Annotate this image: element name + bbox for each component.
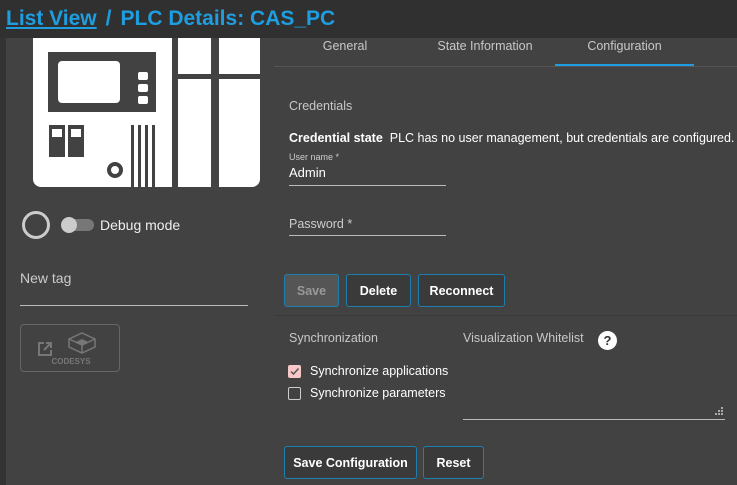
active-tab-indicator bbox=[555, 64, 694, 66]
resize-handle-icon[interactable] bbox=[715, 407, 723, 415]
save-button[interactable]: Save bbox=[284, 274, 339, 307]
sync-parameters-checkbox[interactable] bbox=[288, 387, 301, 400]
debug-mode-label: Debug mode bbox=[100, 217, 181, 233]
question-circle-icon[interactable]: ? bbox=[598, 331, 617, 350]
codesys-open-button[interactable]: CODESYS bbox=[20, 324, 120, 372]
delete-button[interactable]: Delete bbox=[346, 274, 411, 307]
credential-state: Credential state PLC has no user managem… bbox=[289, 131, 734, 145]
save-configuration-button[interactable]: Save Configuration bbox=[284, 446, 417, 479]
debug-mode-toggle[interactable] bbox=[61, 217, 94, 233]
codesys-label: CODESYS bbox=[51, 357, 91, 366]
tab-configuration[interactable]: Configuration bbox=[555, 39, 694, 53]
tab-general[interactable]: General bbox=[300, 39, 390, 53]
checkmark-icon bbox=[290, 367, 300, 376]
credentials-heading: Credentials bbox=[289, 99, 353, 113]
sync-applications-label: Synchronize applications bbox=[310, 364, 449, 378]
new-tag-input[interactable]: New tag bbox=[20, 270, 248, 306]
sync-applications-checkbox[interactable] bbox=[288, 365, 301, 378]
breadcrumb-list-view-link[interactable]: List View bbox=[6, 7, 97, 30]
username-value: Admin bbox=[289, 165, 326, 180]
new-tag-placeholder: New tag bbox=[20, 270, 72, 286]
tab-state-information[interactable]: State Information bbox=[420, 39, 550, 53]
external-link-icon bbox=[38, 342, 52, 356]
credential-state-label: Credential state bbox=[289, 131, 383, 145]
tab-divider bbox=[274, 66, 737, 67]
credential-state-value: PLC has no user management, but credenti… bbox=[389, 131, 735, 145]
reset-button[interactable]: Reset bbox=[423, 446, 484, 479]
sync-parameters-label: Synchronize parameters bbox=[310, 386, 446, 400]
password-label: Password * bbox=[289, 217, 353, 231]
status-indicator bbox=[22, 211, 50, 239]
plc-device-image bbox=[33, 38, 260, 187]
codesys-logo-icon bbox=[68, 332, 96, 354]
page-title: PLC Details: CAS_PC bbox=[120, 7, 336, 30]
reconnect-button[interactable]: Reconnect bbox=[418, 274, 505, 307]
whitelist-heading: Visualization Whitelist bbox=[463, 331, 584, 345]
left-edge bbox=[0, 38, 6, 485]
breadcrumb-separator: / bbox=[105, 7, 112, 30]
section-divider bbox=[274, 315, 737, 316]
username-field[interactable]: User name * Admin bbox=[289, 152, 446, 186]
header-bar: List View / PLC Details: CAS_PC bbox=[0, 0, 737, 38]
synchronization-heading: Synchronization bbox=[289, 331, 378, 345]
username-label: User name * bbox=[289, 152, 340, 162]
breadcrumb: List View / PLC Details: CAS_PC bbox=[6, 7, 335, 31]
whitelist-textarea[interactable] bbox=[463, 355, 725, 420]
password-field[interactable]: Password * bbox=[289, 215, 446, 236]
